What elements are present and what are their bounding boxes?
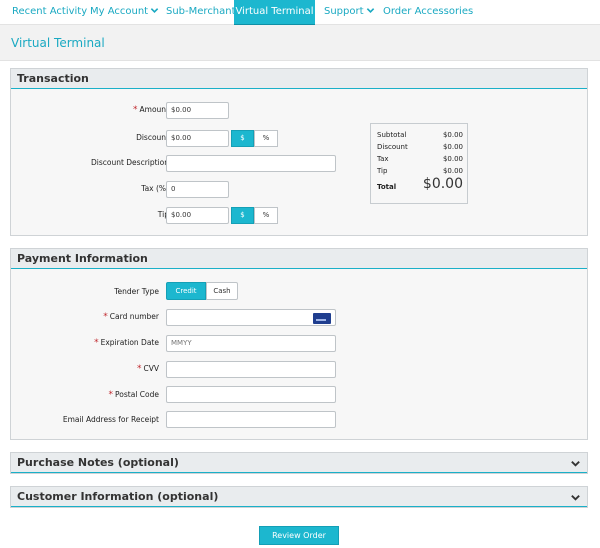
discount-percent-toggle[interactable]: % (254, 130, 278, 147)
amount-label: * Amount (133, 105, 169, 115)
summary-discount-row: Discount $0.00 (377, 143, 463, 151)
discount-dollar-toggle[interactable]: $ (231, 130, 254, 147)
nav-my-account[interactable]: My Account (90, 0, 159, 25)
page-title-bar: Virtual Terminal (0, 25, 600, 61)
expiration-date-label: * Expiration Date (94, 338, 159, 348)
page-title: Virtual Terminal (11, 36, 105, 50)
card-number-label: * Card number (103, 312, 159, 322)
required-marker: * (137, 364, 142, 374)
credit-card-icon (313, 313, 331, 324)
chevron-down-icon (366, 8, 374, 13)
tax-label: Tax (%) (141, 184, 169, 193)
cvv-input[interactable] (166, 361, 336, 378)
required-marker: * (103, 312, 108, 322)
summary-subtotal-row: Subtotal $0.00 (377, 131, 463, 139)
nav-virtual-terminal[interactable]: Virtual Terminal (234, 0, 315, 25)
payment-panel: Payment Information Tender Type Credit C… (10, 248, 588, 440)
purchase-notes-header[interactable]: Purchase Notes (optional) (11, 453, 587, 473)
card-number-input[interactable] (166, 309, 336, 326)
nav-recent-activity[interactable]: Recent Activity (12, 0, 87, 25)
purchase-notes-panel[interactable]: Purchase Notes (optional) (10, 452, 588, 474)
discount-label: Discount (136, 133, 169, 142)
email-receipt-input[interactable] (166, 411, 336, 428)
tax-input[interactable]: 0 (166, 181, 229, 198)
order-summary: Subtotal $0.00 Discount $0.00 Tax $0.00 Tip… (370, 123, 468, 204)
required-marker: * (133, 105, 138, 115)
chevron-down-icon[interactable] (570, 458, 581, 469)
tip-percent-toggle[interactable]: % (254, 207, 278, 224)
nav-order-accessories[interactable]: Order Accessories (383, 0, 473, 25)
expiration-date-input[interactable]: MMYY (166, 335, 336, 352)
customer-information-panel[interactable]: Customer Information (optional) (10, 486, 588, 508)
transaction-panel: Transaction * Amount $0.00 Discount $0.00… (10, 68, 588, 236)
review-order-button[interactable]: Review Order (259, 526, 339, 545)
tender-credit-button[interactable]: Credit (166, 282, 206, 300)
nav-sub-merchants[interactable]: Sub-Merchants (166, 0, 241, 25)
postal-code-input[interactable] (166, 386, 336, 403)
cvv-label: * CVV (137, 364, 159, 374)
nav-support[interactable]: Support (324, 0, 375, 25)
payment-panel-header: Payment Information (11, 249, 587, 269)
summary-tip-row: Tip $0.00 (377, 167, 463, 175)
discount-input[interactable]: $0.00 (166, 130, 229, 147)
tip-dollar-toggle[interactable]: $ (231, 207, 254, 224)
customer-information-header[interactable]: Customer Information (optional) (11, 487, 587, 507)
discount-description-label: Discount Description (90, 158, 169, 167)
summary-tax-row: Tax $0.00 (377, 155, 463, 163)
required-marker: * (108, 390, 114, 400)
tender-cash-button[interactable]: Cash (206, 282, 238, 300)
email-receipt-label: Email Address for Receipt (62, 415, 159, 424)
postal-code-label: * Postal Code (108, 390, 159, 400)
chevron-down-icon[interactable] (570, 492, 581, 503)
tender-type-label: Tender Type (114, 287, 159, 296)
top-nav: Recent Activity My Account Sub-Merchants… (0, 0, 600, 25)
required-marker: * (94, 338, 99, 348)
transaction-panel-header: Transaction (11, 69, 587, 89)
amount-input[interactable]: $0.00 (166, 102, 229, 119)
chevron-down-icon (150, 8, 159, 13)
summary-total-row: Total $0.00 (377, 176, 463, 192)
summary-total-value: $0.00 (422, 176, 463, 192)
discount-description-input[interactable] (166, 155, 336, 172)
tip-input[interactable]: $0.00 (166, 207, 229, 224)
